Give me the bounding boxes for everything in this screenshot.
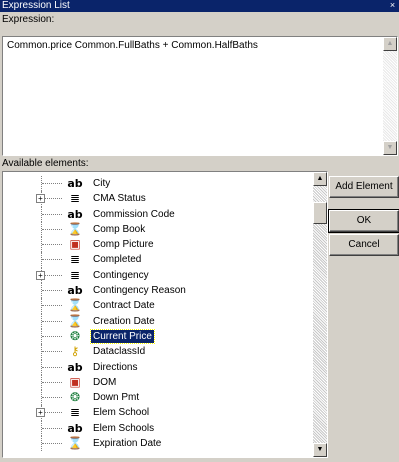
tree-item-label[interactable]: Elem Schools	[91, 422, 156, 435]
tree-branch-line	[42, 183, 62, 184]
tree-branch-line	[42, 198, 62, 200]
tree-item[interactable]: ⚷ DataclassId	[3, 344, 313, 360]
tree-branch-line	[42, 335, 62, 337]
tree-branch-line	[42, 443, 62, 445]
text-ab-icon: ab	[67, 284, 83, 298]
elements-tree[interactable]: ab City + ≣ CMA Status ab Commission Code ⌛ Comp…	[2, 171, 328, 458]
tree-branch-line	[42, 381, 62, 383]
tree-item[interactable]: ≣ Completed	[3, 252, 313, 268]
tree-branch-line	[42, 397, 62, 399]
elements-tree-list: ab City + ≣ CMA Status ab Commission Code ⌛ Comp…	[3, 176, 313, 452]
money-icon: ❂	[69, 328, 81, 343]
tree-branch-line	[42, 213, 62, 215]
tree-item-label[interactable]: Contingency	[91, 269, 151, 282]
scroll-up-icon[interactable]: ▲	[383, 37, 397, 51]
expression-label: Expression:	[2, 14, 55, 25]
tree-item[interactable]: ⌛ Contract Date	[3, 298, 313, 314]
tree-item[interactable]: + ≣ Elem School	[3, 405, 313, 421]
tree-item[interactable]: ⌛ Comp Book	[3, 221, 313, 238]
close-icon[interactable]: ×	[388, 1, 397, 10]
text-ab-icon: ab	[67, 360, 83, 374]
picture-icon: ▣	[69, 237, 81, 252]
title-bar: Expression List ×	[0, 0, 399, 12]
tree-item[interactable]: ▣ DOM	[3, 374, 313, 391]
hourglass-icon: ⌛	[67, 313, 83, 328]
tree-item-label[interactable]: Down Pmt	[91, 391, 141, 404]
window-title: Expression List	[2, 0, 70, 11]
tree-item-label[interactable]: Contract Date	[91, 299, 157, 312]
picture-icon: ▣	[69, 374, 81, 389]
tree-item-label[interactable]: DataclassId	[91, 345, 147, 358]
hourglass-icon: ⌛	[67, 221, 83, 236]
tree-branch-line	[42, 427, 62, 429]
scroll-down-icon[interactable]: ▼	[383, 141, 397, 155]
ok-button[interactable]: OK	[328, 209, 399, 233]
tree-item-label[interactable]: DOM	[91, 376, 118, 389]
scroll-down-icon[interactable]: ▼	[313, 443, 327, 457]
elements-scrollbar[interactable]: ▲ ▼	[313, 172, 327, 457]
tree-item[interactable]: ab Elem Schools	[3, 420, 313, 437]
money-icon: ❂	[69, 390, 81, 405]
add-element-button[interactable]: Add Element	[329, 176, 399, 198]
list-icon: ≣	[69, 252, 81, 267]
tree-branch-line	[42, 305, 62, 307]
tree-item-label[interactable]: Creation Date	[91, 315, 157, 328]
cancel-button[interactable]: Cancel	[329, 234, 399, 256]
expand-plus-icon[interactable]: +	[36, 194, 45, 204]
tree-branch-line	[42, 412, 62, 414]
hourglass-icon: ⌛	[67, 298, 83, 313]
tree-item-label[interactable]: CMA Status	[91, 192, 148, 205]
tree-item[interactable]: ab Contingency Reason	[3, 283, 313, 299]
expression-text: Common.price Common.FullBaths + Common.H…	[7, 40, 258, 51]
tree-item[interactable]: ▣ Comp Picture	[3, 237, 313, 253]
tree-branch-line	[42, 228, 62, 230]
tree-branch-line	[42, 366, 62, 368]
list-icon: ≣	[69, 267, 81, 282]
text-ab-icon: ab	[67, 177, 83, 190]
tree-branch-line	[42, 320, 62, 322]
tree-item-label[interactable]: Comp Picture	[91, 238, 156, 251]
text-ab-icon: ab	[67, 421, 83, 435]
tree-item-label[interactable]: City	[91, 177, 112, 190]
tree-item[interactable]: ab Commission Code	[3, 206, 313, 222]
expand-plus-icon[interactable]: +	[36, 270, 45, 280]
tree-item[interactable]: ab Directions	[3, 359, 313, 375]
scroll-up-icon[interactable]: ▲	[313, 172, 327, 186]
tree-item[interactable]: ⌛ Expiration Date	[3, 436, 313, 452]
tree-branch-line	[42, 274, 62, 276]
tree-item[interactable]: ❂ Current Price	[3, 328, 313, 345]
expression-scrollbar[interactable]: ▲ ▼	[383, 37, 397, 155]
expression-field[interactable]: Common.price Common.FullBaths + Common.H…	[2, 36, 398, 156]
tree-item-label[interactable]: Completed	[91, 253, 143, 266]
tree-branch-line	[42, 259, 62, 261]
tree-branch-line	[42, 244, 62, 246]
hourglass-icon: ⌛	[67, 436, 83, 451]
tree-item[interactable]: ab City	[3, 176, 313, 192]
text-ab-icon: ab	[67, 207, 83, 221]
tree-item-label[interactable]: Expiration Date	[91, 437, 163, 450]
scroll-thumb[interactable]	[313, 202, 327, 224]
tree-item[interactable]: ❂ Down Pmt	[3, 390, 313, 406]
tree-item-label[interactable]: Contingency Reason	[91, 284, 188, 297]
list-icon: ≣	[69, 191, 81, 206]
tree-item-label[interactable]: Comp Book	[91, 223, 147, 236]
tree-branch-line	[42, 351, 62, 353]
tree-item[interactable]: ⌛ Creation Date	[3, 313, 313, 329]
tree-item-label[interactable]: Current Price	[90, 328, 155, 344]
tree-branch-line	[42, 290, 62, 292]
tree-item-label[interactable]: Commission Code	[91, 208, 177, 221]
tree-item[interactable]: + ≣ Contingency	[3, 267, 313, 284]
list-icon: ≣	[69, 405, 81, 420]
key-icon: ⚷	[70, 344, 80, 359]
tree-item-label[interactable]: Elem School	[91, 406, 151, 419]
available-elements-label: Available elements:	[2, 158, 89, 169]
tree-item[interactable]: + ≣ CMA Status	[3, 191, 313, 207]
expand-plus-icon[interactable]: +	[36, 408, 45, 418]
tree-item-label[interactable]: Directions	[91, 361, 139, 374]
